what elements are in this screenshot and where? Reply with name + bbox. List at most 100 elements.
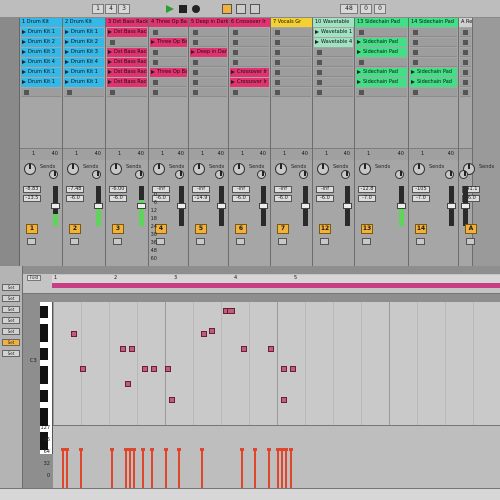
send-knob[interactable] [341,170,350,179]
clip-play-icon[interactable] [22,80,26,84]
empty-clip-slot[interactable] [356,28,407,37]
zoom-field[interactable]: 0 [374,4,386,14]
clip-stop-icon[interactable] [193,90,198,95]
clip-slot[interactable]: Drum Kit 1 [64,78,104,87]
clip-play-icon[interactable] [22,70,26,74]
black-key[interactable] [40,312,48,318]
black-key[interactable] [40,336,48,342]
volume-readout[interactable]: -inf [192,186,210,193]
solo-button[interactable] [196,238,205,245]
track-activator-button[interactable]: 3 [112,224,124,234]
clip-slot[interactable]: Drum Kit 1 [21,78,61,87]
empty-clip-slot[interactable] [190,78,227,87]
clip-slot[interactable]: Wavetable 1 [314,28,353,37]
volume-readout[interactable]: -inf [274,186,292,193]
clip-play-icon[interactable] [65,60,69,64]
empty-clip-slot[interactable] [460,58,471,67]
pan-knob[interactable] [193,163,205,175]
pan-knob[interactable] [359,163,371,175]
midi-note[interactable] [169,396,176,403]
clip-stop-icon[interactable] [359,60,364,65]
midi-note[interactable] [280,396,287,403]
metronome-icon[interactable] [222,4,232,14]
clip-slot[interactable]: Drum Kit 2 [21,38,61,47]
record-icon[interactable] [191,4,201,14]
send-knob[interactable] [257,170,266,179]
track-activator-button[interactable]: 7 [277,224,289,234]
velocity-marker[interactable] [65,447,70,488]
clip-play-icon[interactable] [411,70,415,74]
clip-stop-icon[interactable] [110,90,115,95]
midi-note[interactable] [209,328,216,335]
clip-play-icon[interactable] [65,80,69,84]
pan-readout[interactable]: -14.9 [192,195,210,202]
track-title[interactable]: 7 Vocals Gr [271,18,312,27]
track-title[interactable]: 1 Drum Kit [20,18,62,27]
clip-stop-icon[interactable] [317,60,322,65]
clip-play-icon[interactable] [315,40,319,44]
volume-fader[interactable] [397,203,406,209]
volume-readout[interactable]: -8.83 [23,186,41,193]
clip-stop-icon[interactable] [153,90,158,95]
clip-stop-icon[interactable] [193,60,198,65]
track-activator-button[interactable]: 5 [195,224,207,234]
clip-stop-icon[interactable] [463,70,468,75]
black-key[interactable] [40,396,48,402]
empty-clip-slot[interactable] [230,58,269,67]
volume-fader[interactable] [51,203,60,209]
clip-slot[interactable]: Drum Kit 1 [21,68,61,77]
clip-play-icon[interactable] [357,50,361,54]
clip-play-icon[interactable] [357,80,361,84]
clip-slot[interactable]: Three Op Ba [150,68,187,77]
loop-icon[interactable] [236,4,246,14]
clip-stop-icon[interactable] [317,50,322,55]
volume-readout[interactable]: -inf [316,186,334,193]
empty-clip-slot[interactable] [460,68,471,77]
empty-clip-slot[interactable] [460,28,471,37]
clip-slot[interactable]: Drum Kit 3 [21,48,61,57]
clip-play-icon[interactable] [108,60,112,64]
clip-play-icon[interactable] [357,40,361,44]
empty-clip-slot[interactable] [190,38,227,47]
timeline-ruler[interactable]: 1 2 3 4 5 [52,275,500,283]
empty-clip-slot[interactable] [64,88,104,97]
clip-slot[interactable]: Sidechain Pad [356,48,407,57]
clip-stop-icon[interactable] [233,40,238,45]
clip-stop-icon[interactable] [233,30,238,35]
clip-stop-icon[interactable] [275,80,280,85]
clip-stop-icon[interactable] [110,40,115,45]
fold-button[interactable]: Fold [27,275,41,281]
pan-knob[interactable] [233,163,245,175]
clip-slot[interactable]: Sidechain Pad [356,78,407,87]
clip-slot[interactable]: Crossover Ir [230,68,269,77]
solo-button[interactable] [236,238,245,245]
clip-stop-icon[interactable] [413,60,418,65]
empty-clip-slot[interactable] [272,38,311,47]
song-position-bar[interactable]: 1 [92,4,104,14]
midi-note[interactable] [70,330,77,337]
empty-clip-slot[interactable] [314,48,353,57]
clip-setting-button[interactable]: Set [2,295,20,302]
midi-note[interactable] [128,346,135,353]
track-title[interactable]: 13 Sidechain Pad [355,18,408,27]
loop-brace[interactable] [52,283,500,288]
clip-slot[interactable]: Dst Bass Rack [107,28,147,37]
empty-clip-slot[interactable] [190,88,227,97]
track-activator-button[interactable]: 14 [415,224,427,234]
velocity-marker[interactable] [253,447,258,488]
pan-knob[interactable] [317,163,329,175]
track-title[interactable]: 5 Deep in Dark [189,18,228,27]
clip-stop-icon[interactable] [275,90,280,95]
velocity-marker[interactable] [199,447,204,488]
stop-icon[interactable] [178,4,188,14]
pan-knob[interactable] [67,163,79,175]
empty-clip-slot[interactable] [410,58,457,67]
empty-clip-slot[interactable] [190,58,227,67]
velocity-marker[interactable] [288,447,293,488]
clip-stop-icon[interactable] [463,30,468,35]
clip-play-icon[interactable] [65,40,69,44]
track-activator-button[interactable]: 2 [69,224,81,234]
track-activator-button[interactable]: 12 [319,224,331,234]
midi-note[interactable] [164,365,171,372]
empty-clip-slot[interactable] [460,48,471,57]
